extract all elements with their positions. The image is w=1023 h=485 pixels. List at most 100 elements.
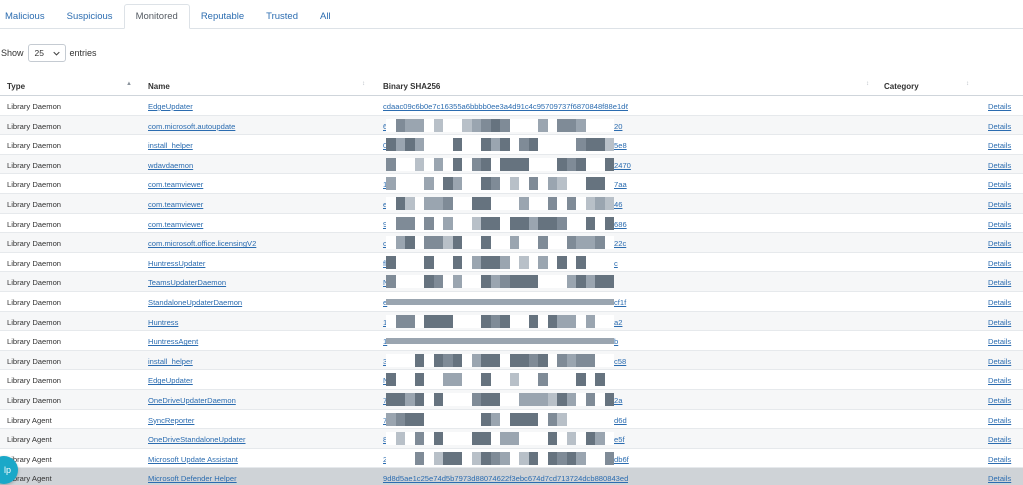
redaction-mask (386, 255, 614, 269)
redaction-mask (386, 353, 614, 367)
row-name-link[interactable]: HuntressAgent (148, 337, 198, 346)
row-name-link[interactable]: com.teamviewer (148, 220, 203, 229)
help-label: lp (3, 465, 11, 475)
row-name-link[interactable]: Microsoft Update Assistant (148, 455, 238, 464)
row-hash-end[interactable]: a2 (614, 318, 622, 327)
row-name-link[interactable]: TeamsUpdaterDaemon (148, 278, 226, 287)
row-hash-link[interactable]: cdaac09c6b0e7c16355a6bbbb0ee3a4d91c4c957… (383, 102, 628, 111)
row-name-link[interactable]: OneDriveStandaloneUpdater (148, 435, 246, 444)
row-hash-end[interactable]: c58 (614, 357, 626, 366)
details-link[interactable]: Details (988, 180, 1011, 189)
details-link[interactable]: Details (988, 435, 1011, 444)
tab-malicious[interactable]: Malicious (0, 4, 56, 28)
sort-icon[interactable]: ↕ (866, 81, 869, 87)
row-type: Library Daemon (7, 239, 62, 249)
details-link[interactable]: Details (988, 455, 1011, 464)
row-hash-end[interactable]: cf1f (614, 298, 626, 307)
details-link[interactable]: Details (988, 259, 1011, 268)
entries-select-value: 25 (34, 48, 44, 58)
row-hash-end[interactable]: db6f (614, 455, 629, 464)
tab-all[interactable]: All (309, 4, 342, 28)
row-hash-end[interactable]: e5f (614, 435, 625, 444)
row-hash-end[interactable]: d6d (614, 416, 627, 425)
row-hash-end[interactable]: b (614, 337, 618, 346)
row-hash-end[interactable]: 22c (614, 239, 626, 248)
details-link[interactable]: Details (988, 337, 1011, 346)
row-type: Library Daemon (7, 160, 62, 170)
row-name-link[interactable]: EdgeUpdater (148, 376, 193, 385)
row-type: Library Daemon (7, 219, 62, 229)
details-link[interactable]: Details (988, 239, 1011, 248)
column-header-name[interactable]: Name (148, 82, 170, 91)
redaction-mask (386, 236, 614, 250)
details-link[interactable]: Details (988, 200, 1011, 209)
chevron-down-icon (52, 51, 60, 56)
table-row: Library Daemon com.microsoft.office.licen… (0, 233, 1023, 253)
row-hash-end[interactable]: c (614, 259, 618, 268)
row-name-link[interactable]: StandaloneUpdaterDaemon (148, 298, 242, 307)
row-hash-end[interactable]: 7aa (614, 180, 627, 189)
table-row: Library DaemonEdgeUpdaterNDetails (0, 370, 1023, 390)
entries-length-control: Show 25 entries (1, 44, 97, 62)
show-label: Show (1, 48, 24, 58)
row-hash-end[interactable]: 46 (614, 200, 622, 209)
table-row: Library Daemoncom.teamviewere46Details (0, 193, 1023, 214)
details-link[interactable]: Details (988, 318, 1011, 327)
row-hash-end[interactable]: 2470 (614, 161, 631, 170)
tab-reputable[interactable]: Reputable (190, 4, 255, 28)
row-name-link[interactable]: OneDriveUpdaterDaemon (148, 396, 236, 405)
table-row: Library Daemoncom.teamviewer17aaDetails (0, 174, 1023, 194)
sort-icon[interactable]: ↕ (362, 81, 365, 87)
row-name-link[interactable]: Huntress (148, 318, 178, 327)
row-name-link[interactable]: install_helper (148, 141, 193, 150)
details-link[interactable]: Details (988, 278, 1011, 287)
row-name-link[interactable]: Microsoft Defender Helper (148, 474, 237, 483)
details-link[interactable]: Details (988, 376, 1011, 385)
details-link[interactable]: Details (988, 102, 1011, 111)
table-row: Library Daemon wdavdaemon 2470 Details (0, 154, 1023, 175)
details-link[interactable]: Details (988, 396, 1011, 405)
row-name-link[interactable]: com.teamviewer (148, 180, 203, 189)
row-type: Library Daemon (7, 199, 62, 209)
row-name-link[interactable]: com.microsoft.autoupdate (148, 122, 235, 131)
tab-monitored[interactable]: Monitored (123, 4, 190, 29)
table-row: Library AgentMicrosoft Update Assistant2… (0, 449, 1023, 469)
details-link[interactable]: Details (988, 161, 1011, 170)
column-header-hash[interactable]: Binary SHA256 (383, 82, 440, 91)
table-row: Library Daemon HuntressUpdater fl c Details (0, 253, 1023, 273)
row-hash-end[interactable]: 5e8 (614, 141, 627, 150)
table-row: Library Daemoninstall_helper05e8Details (0, 135, 1023, 155)
row-name-link[interactable]: HuntressUpdater (148, 259, 205, 268)
row-hash-end[interactable]: 686 (614, 220, 627, 229)
sort-icon[interactable]: ↕ (966, 81, 969, 87)
row-name-link[interactable]: install_helper (148, 357, 193, 366)
row-name-link[interactable]: com.microsoft.office.licensingV2 (148, 239, 256, 248)
details-link[interactable]: Details (988, 474, 1011, 483)
row-name-link[interactable]: com.teamviewer (148, 200, 203, 209)
details-link[interactable]: Details (988, 122, 1011, 131)
entries-select[interactable]: 25 (27, 44, 66, 62)
entries-table: Type ▲ Name ↕ Binary SHA256 ↕ Category ↕… (0, 77, 1023, 485)
row-hash-link[interactable]: 9d8d5ae1c25e74d5b7973d88074622f3ebc674d7… (383, 474, 628, 483)
column-header-type[interactable]: Type (7, 82, 25, 91)
row-type: Library Daemon (7, 376, 62, 386)
tab-suspicious[interactable]: Suspicious (56, 4, 124, 28)
row-hash-end[interactable]: 20 (614, 122, 622, 131)
row-name-link[interactable]: SyncReporter (148, 416, 194, 425)
tab-trusted[interactable]: Trusted (255, 4, 309, 28)
details-link[interactable]: Details (988, 298, 1011, 307)
redaction-mask (386, 451, 614, 465)
details-link[interactable]: Details (988, 416, 1011, 425)
row-name-link[interactable]: wdavdaemon (148, 161, 193, 170)
sort-asc-icon[interactable]: ▲ (126, 81, 132, 87)
row-type: Library Daemon (7, 258, 62, 268)
details-link[interactable]: Details (988, 357, 1011, 366)
details-link[interactable]: Details (988, 141, 1011, 150)
column-header-category[interactable]: Category (884, 82, 919, 91)
row-type: Library Daemon (7, 337, 62, 347)
row-hash-end[interactable]: 2a (614, 396, 622, 405)
row-name-link[interactable]: EdgeUpdater (148, 102, 193, 111)
details-link[interactable]: Details (988, 220, 1011, 229)
table-row: Library DaemonHuntressAgent1bDetails (0, 331, 1023, 351)
table-row: Library Daemoninstall_helper3c58Details (0, 350, 1023, 371)
